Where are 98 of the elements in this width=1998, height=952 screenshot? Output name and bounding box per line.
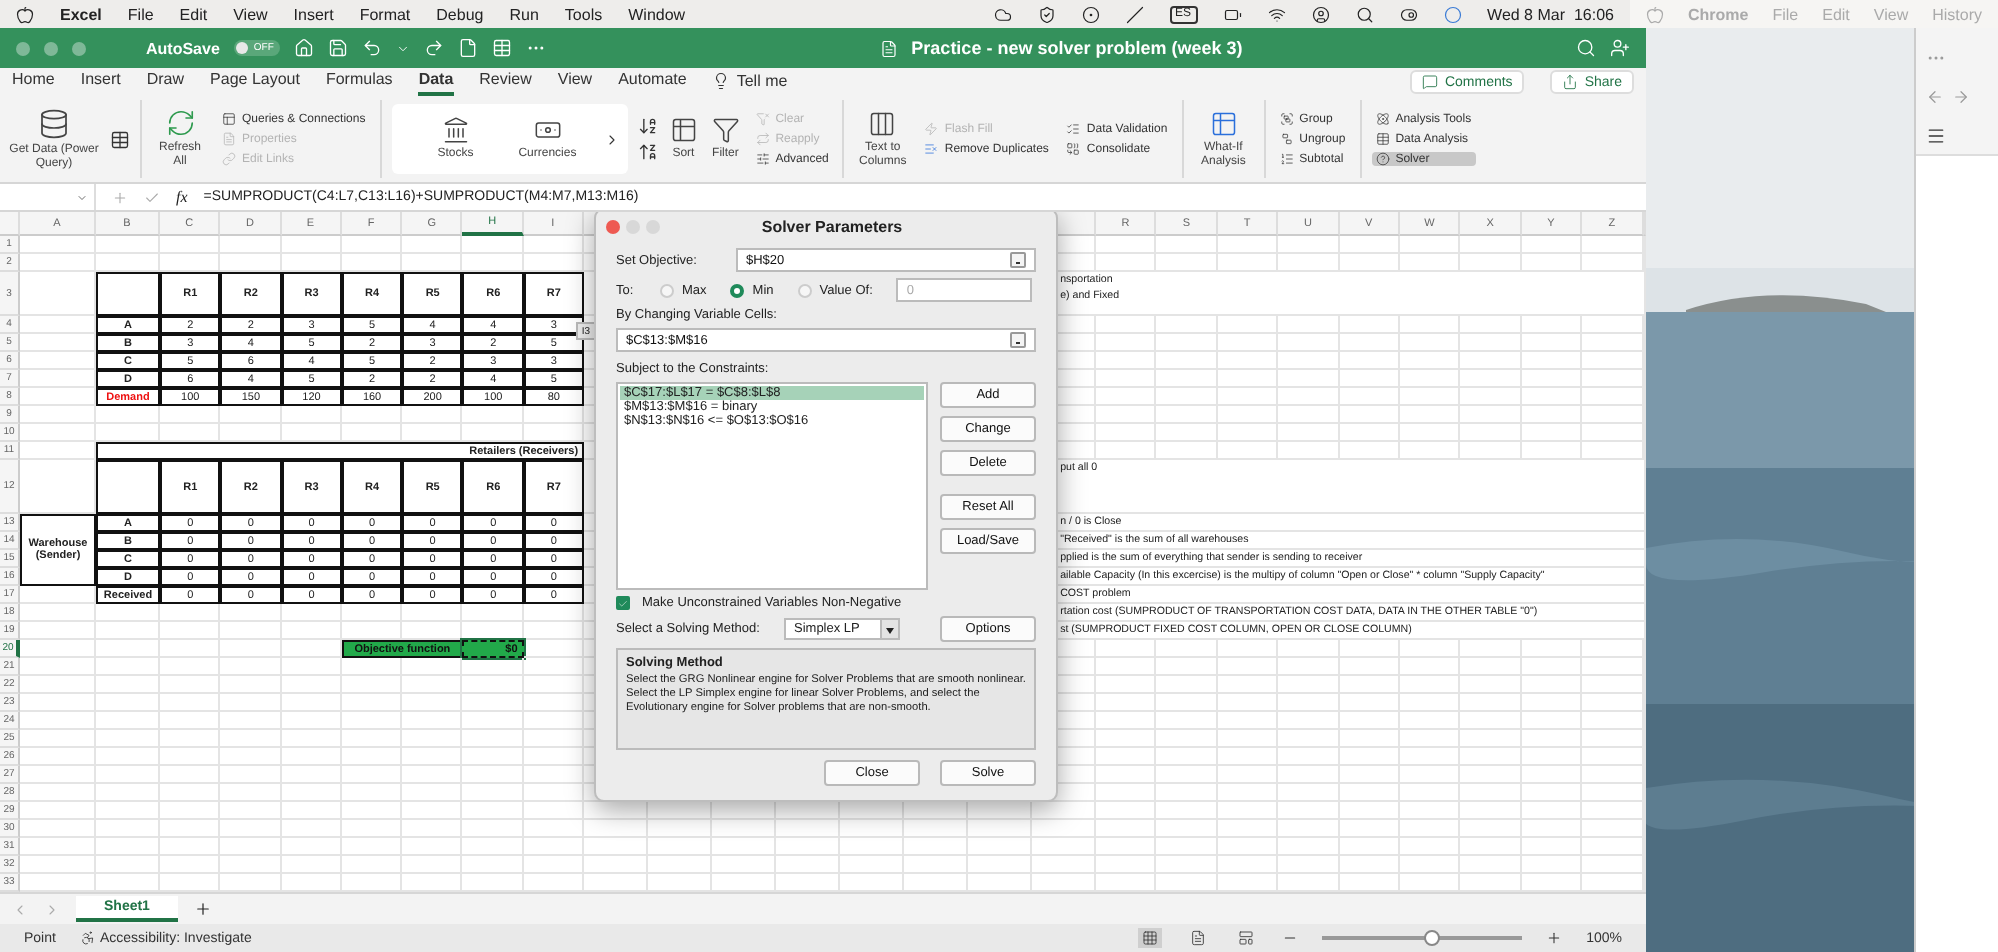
checkbox[interactable] bbox=[616, 596, 630, 610]
funnel-x-icon bbox=[755, 112, 770, 126]
save-icon bbox=[327, 38, 348, 58]
battery-icon bbox=[1223, 5, 1242, 23]
ribbon-tab[interactable]: Review bbox=[479, 70, 532, 96]
sort-descending-icon bbox=[637, 142, 658, 162]
chevron-left-icon bbox=[12, 901, 28, 917]
user-icon bbox=[1311, 5, 1330, 23]
combine-icon bbox=[1066, 142, 1081, 156]
orb-icon bbox=[1443, 5, 1462, 23]
table-icon bbox=[491, 38, 512, 58]
zoom-thumb[interactable] bbox=[1424, 930, 1441, 946]
redo-icon bbox=[423, 38, 444, 58]
document-icon bbox=[879, 39, 898, 57]
menu-item[interactable]: Window bbox=[628, 5, 686, 23]
menu-item[interactable]: Format bbox=[359, 5, 411, 23]
plus-icon bbox=[1546, 930, 1563, 946]
view-button[interactable] bbox=[1138, 928, 1163, 948]
list-x-icon bbox=[924, 142, 939, 156]
shield-icon bbox=[1037, 5, 1056, 23]
ribbon-tab[interactable]: View bbox=[557, 70, 593, 96]
function-label: fx bbox=[176, 188, 188, 206]
layout-icon bbox=[1238, 930, 1255, 946]
refresh-icon bbox=[165, 108, 195, 138]
menu-item[interactable]: Insert bbox=[293, 5, 334, 23]
share-icon bbox=[1562, 74, 1579, 90]
grid-icon bbox=[1142, 930, 1159, 946]
list-icon bbox=[1279, 152, 1294, 166]
home-icon bbox=[293, 38, 314, 58]
table-cell bbox=[96, 272, 160, 316]
table-icon bbox=[1209, 109, 1238, 137]
ungroup-icon bbox=[1279, 132, 1294, 146]
banknote-icon bbox=[533, 116, 562, 144]
table-icon bbox=[110, 129, 130, 149]
chevron-right-icon bbox=[44, 901, 60, 917]
question-icon bbox=[1375, 152, 1390, 166]
share-person-icon bbox=[1610, 38, 1631, 58]
atom-icon bbox=[1375, 112, 1390, 126]
table-icon bbox=[669, 116, 698, 144]
cloud-icon bbox=[993, 5, 1012, 23]
menu-item[interactable]: Edit bbox=[179, 5, 208, 23]
columns-icon bbox=[868, 109, 897, 137]
cancel-icon bbox=[112, 189, 128, 205]
menu-item[interactable]: Debug bbox=[436, 5, 484, 23]
ribbon-tab[interactable]: Draw bbox=[146, 70, 185, 96]
check-icon bbox=[144, 189, 160, 205]
undo-icon bbox=[361, 38, 382, 58]
circle-icon bbox=[1081, 5, 1100, 23]
apple-icon bbox=[1645, 5, 1664, 23]
window-title: Practice - new solver problem (week 3) bbox=[911, 38, 1243, 58]
toggle-icon bbox=[1399, 5, 1418, 23]
menu-item[interactable]: Run bbox=[509, 5, 539, 23]
menu-item[interactable]: View bbox=[233, 5, 268, 23]
close-button[interactable] bbox=[606, 219, 620, 233]
sort-ascending-icon bbox=[637, 116, 658, 136]
back-icon bbox=[1926, 88, 1944, 106]
funnel-icon bbox=[711, 116, 740, 144]
bank-icon bbox=[441, 116, 470, 144]
list-check-icon bbox=[1066, 122, 1081, 136]
menu-item[interactable]: Tools bbox=[564, 5, 603, 23]
accessibility-icon bbox=[79, 930, 96, 946]
menu-item[interactable]: Excel bbox=[60, 5, 102, 23]
database-icon bbox=[38, 107, 70, 139]
caret-icon bbox=[395, 41, 410, 55]
plus-icon bbox=[193, 900, 212, 918]
table-cell bbox=[96, 460, 160, 514]
view-button[interactable] bbox=[1234, 928, 1259, 948]
group-icon bbox=[1279, 112, 1294, 126]
page-icon bbox=[1190, 930, 1207, 946]
menu-icon bbox=[1926, 126, 1946, 146]
panel-icon bbox=[222, 112, 236, 126]
ribbon-tab[interactable]: Automate bbox=[618, 70, 687, 96]
forward-icon bbox=[1952, 88, 1970, 106]
menu-item[interactable]: File bbox=[127, 5, 154, 23]
wifi-icon bbox=[1267, 5, 1286, 23]
ribbon-tab[interactable]: Insert bbox=[80, 70, 121, 96]
sliders-icon bbox=[755, 152, 770, 166]
lightning-icon bbox=[924, 122, 939, 136]
file-icon bbox=[457, 38, 478, 58]
document-icon bbox=[222, 132, 236, 146]
slash-icon bbox=[1125, 5, 1144, 23]
repeat-icon bbox=[755, 132, 770, 146]
search-icon bbox=[1576, 38, 1597, 58]
clock[interactable]: Wed 8 Mar 16:06 bbox=[1487, 5, 1614, 23]
autosave-label: AutoSave bbox=[146, 39, 220, 57]
select-all-corner[interactable] bbox=[0, 212, 20, 236]
dialog-title: Solver Parameters bbox=[759, 217, 905, 235]
table-icon bbox=[1375, 132, 1390, 146]
ribbon-tab[interactable]: Page Layout bbox=[210, 70, 300, 96]
ribbon-tab[interactable]: Home bbox=[12, 70, 55, 96]
comment-icon bbox=[1422, 74, 1439, 90]
link-icon bbox=[222, 152, 236, 166]
search-icon bbox=[1355, 5, 1374, 23]
ribbon-tab[interactable]: Formulas bbox=[325, 70, 393, 96]
caret-icon bbox=[76, 191, 88, 203]
apple-icon bbox=[16, 5, 34, 23]
check-icon bbox=[618, 597, 628, 609]
tell-me-field[interactable]: Tell me bbox=[736, 72, 788, 90]
